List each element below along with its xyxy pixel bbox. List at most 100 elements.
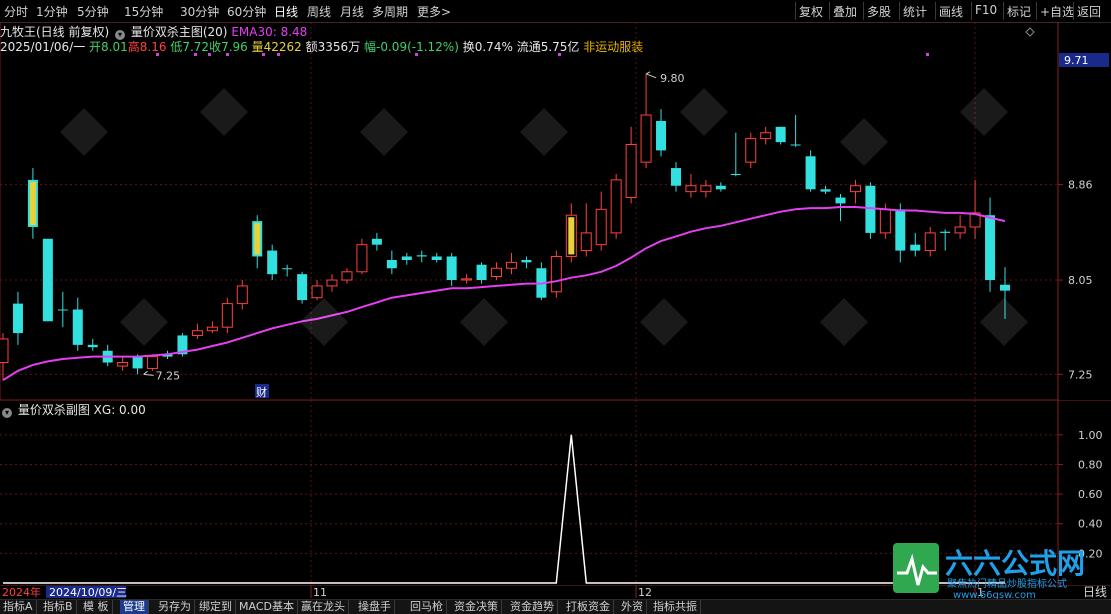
watermark-stamp <box>820 298 868 346</box>
sub-tick-label: 0.80 <box>1078 458 1103 471</box>
indicator-tab-1[interactable]: 指标B <box>40 600 77 614</box>
brand-logo-icon <box>893 543 939 593</box>
candle-body-down <box>297 274 308 301</box>
period-7[interactable]: 周线 <box>307 3 331 20</box>
candle-body-down <box>446 256 457 281</box>
indicator-tab-7[interactable]: 赢在龙头 <box>298 600 349 614</box>
indicator-tab-0[interactable]: 指标A <box>0 600 37 614</box>
watermark-stamp <box>300 298 348 346</box>
period-0[interactable]: 分时 <box>4 3 28 20</box>
toolbar-btn-1[interactable]: 叠加 <box>833 3 857 20</box>
candle-body-up <box>221 303 233 328</box>
candle-body-down <box>12 303 23 334</box>
candle-body-up <box>879 208 891 234</box>
indicator-tab-2[interactable]: 模 板 <box>80 600 113 614</box>
indicator-tab-13[interactable]: 外资 <box>618 600 647 614</box>
marker-dot <box>277 53 280 56</box>
candle-body-down <box>656 120 667 151</box>
candle-body-up <box>610 179 622 234</box>
marker-dot <box>194 53 197 56</box>
xg-line <box>3 434 1005 584</box>
period-4[interactable]: 30分钟 <box>180 3 219 20</box>
toolbar-divider <box>935 2 936 20</box>
indicator-tab-12[interactable]: 打板资金 <box>563 600 614 614</box>
candle-body-down <box>371 238 382 245</box>
sub-tick-label: 1.00 <box>1078 429 1103 442</box>
period-6[interactable]: 日线 <box>274 3 298 20</box>
min-pointer <box>143 370 154 376</box>
toolbar-btn-3[interactable]: 统计 <box>903 3 927 20</box>
candle-body-down <box>775 126 786 143</box>
candle-body-up <box>505 261 517 269</box>
marker-dot <box>208 53 211 56</box>
period-9[interactable]: 多周期 <box>372 3 408 20</box>
period-10[interactable]: 更多> <box>417 3 451 20</box>
period-1[interactable]: 1分钟 <box>36 3 68 20</box>
candle-body-down <box>730 173 741 175</box>
indicator-tab-5[interactable]: 绑定到 <box>196 600 236 614</box>
watermark-stamp <box>980 298 1028 346</box>
year-label: 2024年 <box>2 585 41 598</box>
candle-body-up <box>147 356 159 369</box>
candle-body-down <box>1000 284 1010 291</box>
toolbar-btn-0[interactable]: 复权 <box>799 3 823 20</box>
candle-body-up <box>550 255 562 293</box>
sub-tick-label: 0.40 <box>1078 518 1103 531</box>
watermark-stamp <box>360 108 408 156</box>
indicator-tab-4[interactable]: 另存为 <box>155 600 195 614</box>
candle-body-up <box>491 267 503 277</box>
candle-body-up <box>700 185 712 193</box>
marker-dot <box>926 53 929 56</box>
period-2[interactable]: 5分钟 <box>77 3 109 20</box>
candlestick-chart[interactable]: 8.86 8.05 7.25 9.71 9.80 7.25 财 <box>0 22 1111 400</box>
watermark-stamp <box>960 88 1008 136</box>
marker-dot <box>415 53 418 56</box>
month-label: 12 <box>638 586 652 598</box>
candle-body-up <box>580 232 592 252</box>
toolbar-btn-7[interactable]: +自选 <box>1040 3 1074 20</box>
candle-body-up <box>760 132 772 140</box>
indicator-tab-6[interactable]: MACD基本 <box>236 600 298 614</box>
candle-body-up <box>849 185 861 193</box>
brand-name: 六六公式网 <box>945 547 1085 580</box>
candle-body-down <box>715 185 726 190</box>
toolbar-btn-8[interactable]: 返回 <box>1077 3 1101 20</box>
toolbar-divider <box>899 2 900 20</box>
price-tick-label: 7.25 <box>1068 368 1093 381</box>
candle-body-down <box>670 168 681 186</box>
candle-body-down <box>282 268 293 270</box>
candle-body-down <box>267 250 278 275</box>
candle-body-up <box>236 285 248 305</box>
toolbar-btn-6[interactable]: 标记 <box>1007 3 1031 20</box>
candle-body-down <box>835 197 846 204</box>
indicator-tab-8[interactable]: 操盘手 <box>355 600 395 614</box>
candle-body-up <box>461 278 473 281</box>
signal-fill <box>254 223 261 255</box>
indicator-tab-3[interactable]: 管理 <box>120 600 149 614</box>
period-8[interactable]: 月线 <box>340 3 364 20</box>
price-tick-label: 8.05 <box>1068 274 1093 287</box>
candle-body-up <box>954 226 966 234</box>
candle-body-down <box>57 309 68 311</box>
candle-body-up <box>326 279 338 287</box>
toolbar-divider <box>863 2 864 20</box>
period-5[interactable]: 60分钟 <box>227 3 266 20</box>
period-toolbar: 分时 1分钟 5分钟 15分钟 30分钟 60分钟 日线 周线 月线 多周期 更多> 复权 叠加 多股 统计… <box>0 0 1111 23</box>
indicator-tab-14[interactable]: 指标共振 <box>650 600 701 614</box>
brand-logo: 六六公式网 聚焦热门精品炒股指标公式 www.66gsw.com <box>893 543 1105 601</box>
period-label[interactable]: 日线 <box>1083 583 1107 600</box>
indicator-tab-9[interactable]: 回马枪 <box>407 600 447 614</box>
candle-body-up <box>685 185 697 193</box>
candle-body-down <box>42 238 53 322</box>
toolbar-btn-5[interactable]: F10 <box>975 3 997 17</box>
candle-body-down <box>431 256 442 260</box>
watermark-stamp <box>840 118 888 166</box>
toolbar-btn-4[interactable]: 画线 <box>939 3 963 20</box>
max-pointer <box>645 71 657 79</box>
candle-body-up <box>640 114 652 163</box>
indicator-tab-11[interactable]: 资金趋势 <box>507 600 558 614</box>
toolbar-btn-2[interactable]: 多股 <box>867 3 891 20</box>
indicator-tab-10[interactable]: 资金决策 <box>451 600 502 614</box>
candle-body-down <box>476 264 487 281</box>
period-3[interactable]: 15分钟 <box>124 3 163 20</box>
